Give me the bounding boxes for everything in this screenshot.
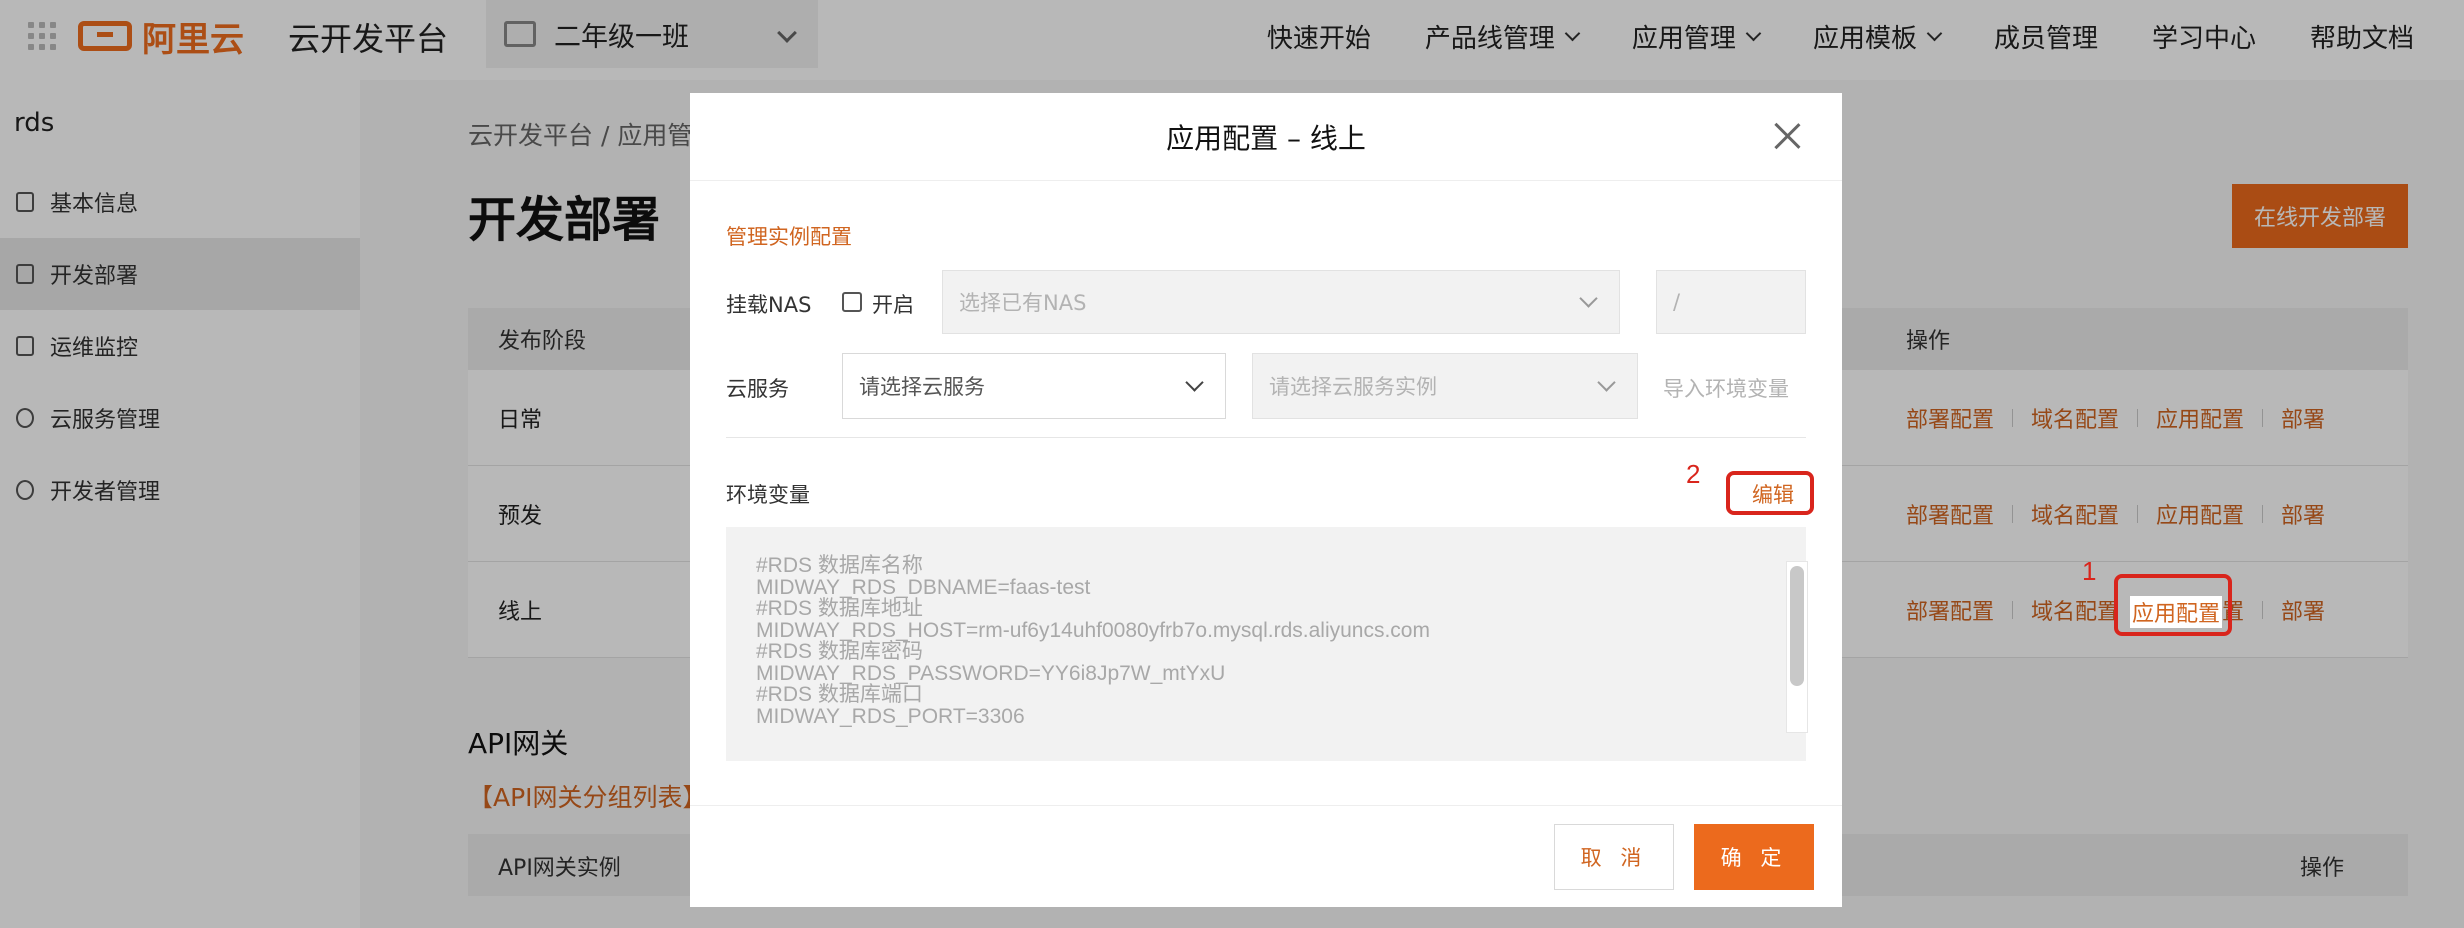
annotation-box-2	[1726, 471, 1814, 515]
nas-path-input: /	[1656, 270, 1806, 334]
env-vars-label: 环境变量	[726, 483, 810, 507]
env-vars-content: #RDS 数据库名称 MIDWAY_RDS_DBNAME=faas-test #…	[756, 554, 1430, 728]
cloud-instance-select: 请选择云服务实例	[1252, 353, 1638, 419]
chevron-down-icon	[1597, 373, 1616, 392]
confirm-button[interactable]: 确 定	[1694, 824, 1814, 890]
annotation-number-2: 2	[1686, 459, 1701, 489]
nas-enable-checkbox[interactable]	[842, 292, 862, 312]
modal-title: 应用配置 – 线上	[1166, 122, 1366, 155]
env-scrollbar-thumb[interactable]	[1790, 566, 1804, 686]
modal-footer: 取 消 确 定	[690, 805, 1842, 907]
cloud-instance-placeholder: 请选择云服务实例	[1269, 375, 1437, 399]
cloud-service-label: 云服务	[726, 377, 789, 401]
import-env-button: 导入环境变量	[1663, 377, 1789, 401]
nas-label: 挂载NAS	[726, 293, 812, 317]
cloud-service-select[interactable]: 请选择云服务	[842, 353, 1226, 419]
form-divider	[726, 437, 1806, 438]
nas-path-placeholder: /	[1673, 290, 1681, 314]
cloud-service-placeholder: 请选择云服务	[859, 375, 985, 399]
annotation-box-1	[2114, 574, 2232, 636]
chevron-down-icon	[1579, 289, 1598, 308]
instance-config-section-title: 管理实例配置	[726, 225, 852, 249]
chevron-down-icon	[1185, 373, 1204, 392]
nas-select-placeholder: 选择已有NAS	[959, 291, 1087, 315]
cancel-button[interactable]: 取 消	[1554, 824, 1674, 890]
nas-select: 选择已有NAS	[942, 270, 1620, 334]
app-config-modal: 应用配置 – 线上 管理实例配置 挂载NAS 开启 选择已有NAS / 云服务 …	[690, 93, 1842, 907]
close-icon[interactable]	[1772, 121, 1802, 151]
annotation-number-1: 1	[2082, 556, 2097, 586]
modal-header: 应用配置 – 线上	[690, 93, 1842, 181]
env-scrollbar[interactable]	[1786, 561, 1808, 733]
env-vars-textarea[interactable]: #RDS 数据库名称 MIDWAY_RDS_DBNAME=faas-test #…	[726, 527, 1808, 761]
nas-enable-label[interactable]: 开启	[872, 289, 914, 319]
